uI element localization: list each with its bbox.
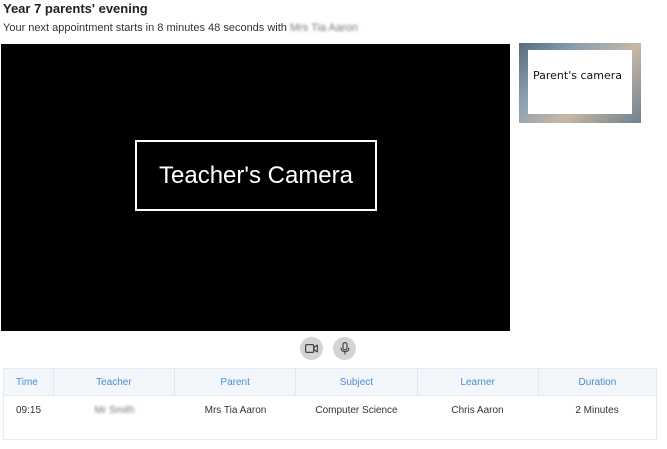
cell-time: 09:15 [16, 404, 42, 416]
cell-subject: Computer Science [315, 404, 398, 416]
appointment-with-name: Mrs Tia Aaron [289, 22, 358, 34]
call-controls [300, 337, 356, 360]
table-header: Time Teacher Parent Subject Learner Dura… [4, 369, 656, 396]
camera-toggle-button[interactable] [300, 337, 323, 360]
teacher-camera-view: Teacher's Camera [1, 44, 510, 331]
column-header-duration: Duration [578, 376, 617, 388]
parent-camera-view: Parent's camera [519, 43, 641, 123]
teacher-camera-label: Teacher's Camera [135, 140, 377, 211]
next-appointment-text: Your next appointment starts in 8 minute… [3, 22, 358, 34]
next-appointment-prefix: Your next appointment starts in 8 minute… [3, 22, 287, 34]
video-camera-icon [305, 344, 318, 353]
parent-camera-overlay [528, 50, 632, 114]
parent-camera-label: Parent's camera [533, 69, 622, 82]
cell-duration: 2 Minutes [575, 404, 619, 416]
microphone-icon [339, 342, 350, 355]
column-header-time: Time [4, 369, 54, 395]
cell-learner: Chris Aaron [451, 404, 504, 416]
cell-parent: Mrs Tia Aaron [204, 404, 267, 416]
microphone-toggle-button[interactable] [333, 337, 356, 360]
column-header-learner: Learner [418, 369, 539, 395]
appointments-table: Time Teacher Parent Subject Learner Dura… [3, 368, 657, 440]
cell-teacher: Mr Smith [54, 396, 175, 424]
column-header-parent: Parent [175, 369, 297, 395]
column-header-subject: Subject [296, 369, 418, 395]
cell-teacher-name: Mr Smith [94, 404, 135, 416]
column-header-teacher: Teacher [54, 369, 176, 395]
page-title: Year 7 parents' evening [3, 1, 148, 16]
table-row: 09:15 Mr Smith Mrs Tia Aaron Computer Sc… [4, 396, 656, 424]
